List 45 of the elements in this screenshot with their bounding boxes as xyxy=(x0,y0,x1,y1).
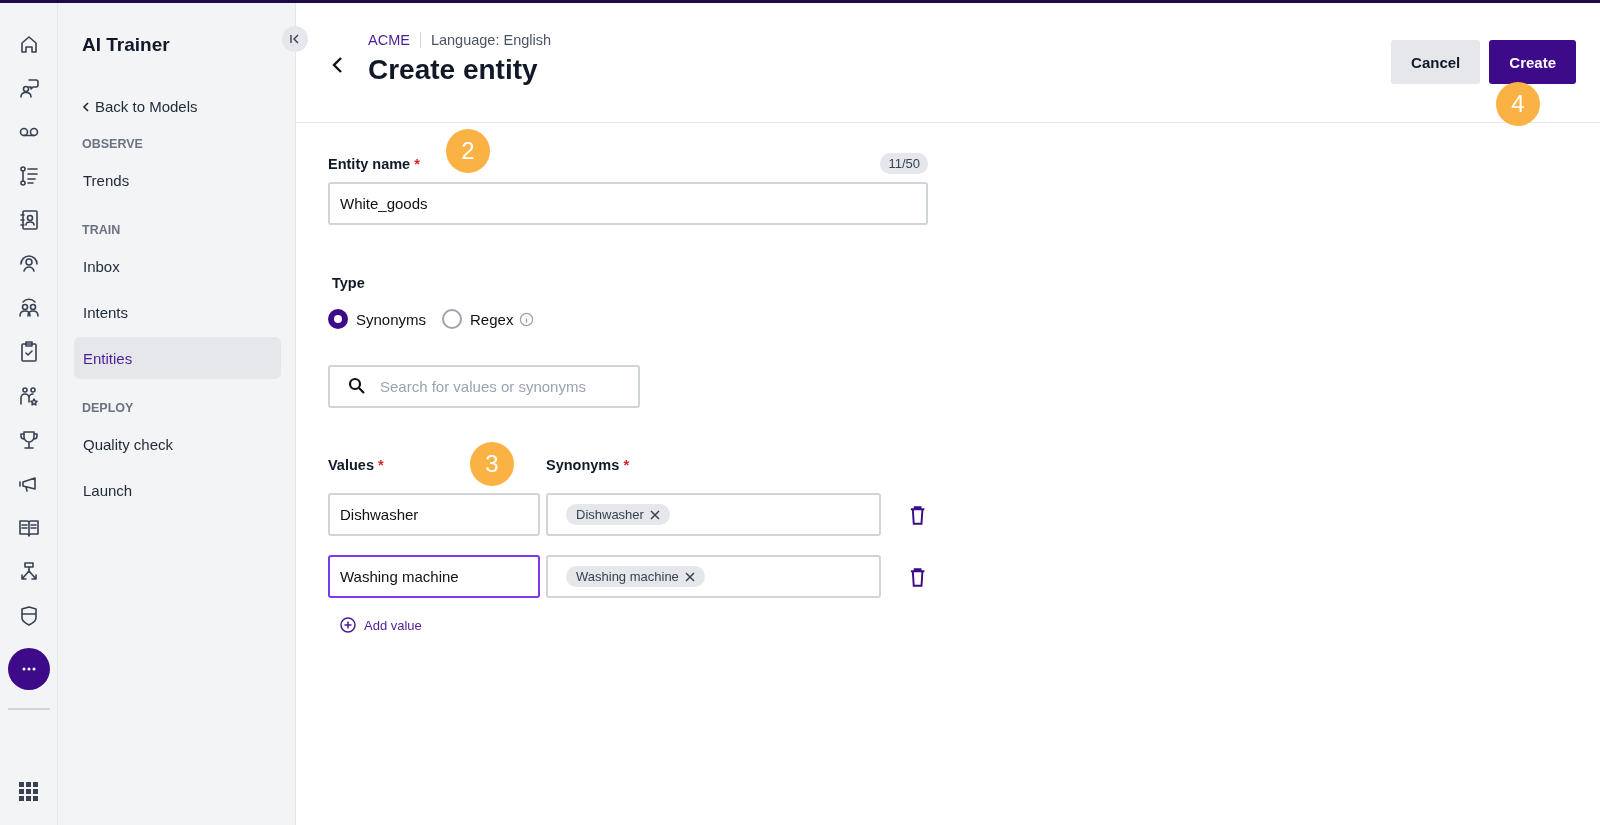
character-counter: 11/50 xyxy=(880,153,928,174)
value-field[interactable]: Washing machine xyxy=(328,555,540,598)
add-icon[interactable] xyxy=(340,617,356,633)
nav-item[interactable]: Launch xyxy=(74,469,281,511)
column-label: Values * xyxy=(328,457,384,473)
cancel-button[interactable]: Cancel xyxy=(1391,40,1481,84)
search-field[interactable]: Search for values or synonyms xyxy=(328,365,640,408)
nav-item[interactable]: Intents xyxy=(74,291,281,333)
app-grid-icon[interactable] xyxy=(18,782,39,802)
synonym-tag: Dishwasher xyxy=(566,504,670,525)
nav-item[interactable]: Quality check xyxy=(74,423,281,465)
more-icon[interactable] xyxy=(7,648,50,690)
chevron-icon[interactable] xyxy=(82,101,90,112)
nav-item[interactable]: Trends xyxy=(74,159,281,201)
entity-name-field[interactable]: White_goods xyxy=(328,182,928,225)
back-link[interactable]: Back to Models xyxy=(82,98,281,115)
close-icon[interactable] xyxy=(684,571,695,582)
field-label: Type xyxy=(332,275,366,291)
search-icon xyxy=(348,377,366,395)
section-heading: OBSERVE xyxy=(82,137,144,151)
language-label: Language: English xyxy=(429,32,552,48)
synonym-tag: Washing machine xyxy=(566,566,705,587)
radio-option[interactable]: Synonyms xyxy=(328,309,427,329)
section-heading: TRAIN xyxy=(82,223,122,237)
field-label: Entity name * xyxy=(328,155,420,172)
collapse-icon[interactable] xyxy=(289,33,301,45)
app-title: AI Trainer xyxy=(82,34,171,56)
page-title: Create entity xyxy=(368,54,539,86)
close-icon[interactable] xyxy=(649,509,660,520)
section-heading: DEPLOY xyxy=(82,401,135,415)
add-value-button[interactable]: Add value xyxy=(340,617,422,633)
collapse-button[interactable] xyxy=(282,26,308,52)
value-field[interactable]: Dishwasher xyxy=(328,493,540,536)
radio-option[interactable]: Regex xyxy=(442,309,514,329)
group-icon[interactable] xyxy=(16,296,41,320)
create-button[interactable]: Create xyxy=(1489,40,1576,84)
step-number-badge: 3 xyxy=(470,442,514,486)
nav-item[interactable]: Entities xyxy=(74,337,281,379)
synonyms-field[interactable]: Dishwasher xyxy=(546,493,881,536)
step-number-badge: 4 xyxy=(1496,82,1540,126)
org-name[interactable]: ACME xyxy=(368,32,421,48)
column-label: Synonyms * xyxy=(546,457,630,473)
synonyms-field[interactable]: Washing machine xyxy=(546,555,881,598)
step-number-badge: 2 xyxy=(446,129,490,173)
nav-item[interactable]: Inbox xyxy=(74,245,281,287)
